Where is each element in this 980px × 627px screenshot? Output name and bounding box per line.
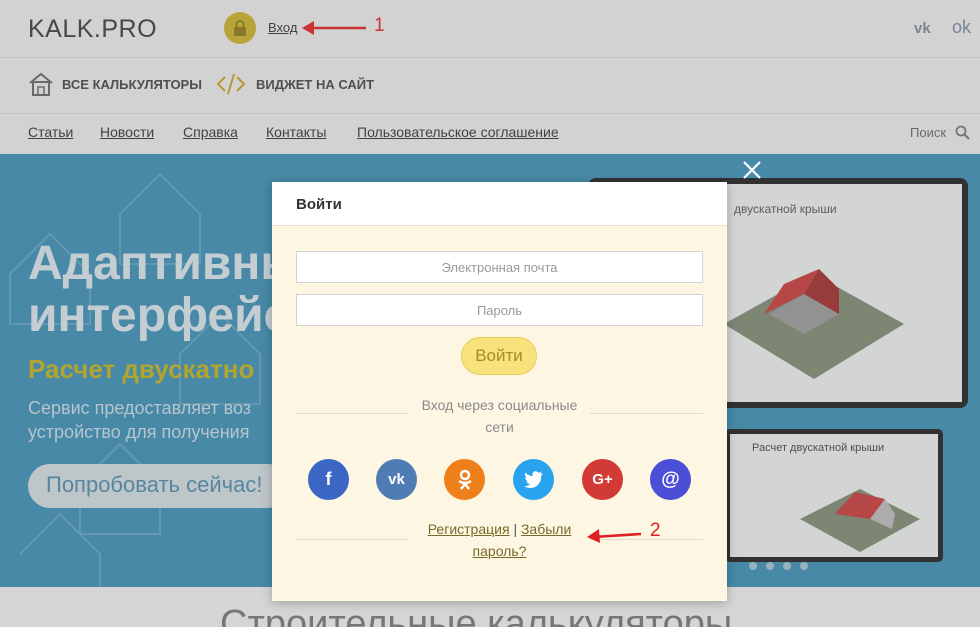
social-login-caption: Вход через социальные сети bbox=[421, 397, 578, 435]
odnoklassniki-icon[interactable] bbox=[444, 459, 485, 500]
login-submit-button[interactable]: Войти bbox=[461, 337, 537, 375]
modal-header: Войти bbox=[272, 182, 727, 226]
account-links: Регистрация | Забыли пароль? bbox=[417, 518, 582, 562]
google-plus-icon[interactable]: G+ bbox=[582, 459, 623, 500]
password-field[interactable] bbox=[296, 294, 703, 326]
vk-icon[interactable]: vk bbox=[376, 459, 417, 500]
link-separator: | bbox=[513, 521, 518, 537]
divider bbox=[590, 413, 703, 414]
close-icon[interactable] bbox=[742, 160, 762, 180]
facebook-icon[interactable]: f bbox=[308, 459, 349, 500]
twitter-icon[interactable] bbox=[513, 459, 554, 500]
modal-title: Войти bbox=[296, 196, 342, 213]
email-field[interactable] bbox=[296, 251, 703, 283]
divider bbox=[296, 539, 408, 540]
annotation-arrow-icon bbox=[587, 529, 642, 543]
mail-icon[interactable]: @ bbox=[650, 459, 691, 500]
annotation-number-2: 2 bbox=[650, 520, 661, 541]
register-link[interactable]: Регистрация bbox=[428, 521, 510, 537]
divider bbox=[296, 413, 408, 414]
